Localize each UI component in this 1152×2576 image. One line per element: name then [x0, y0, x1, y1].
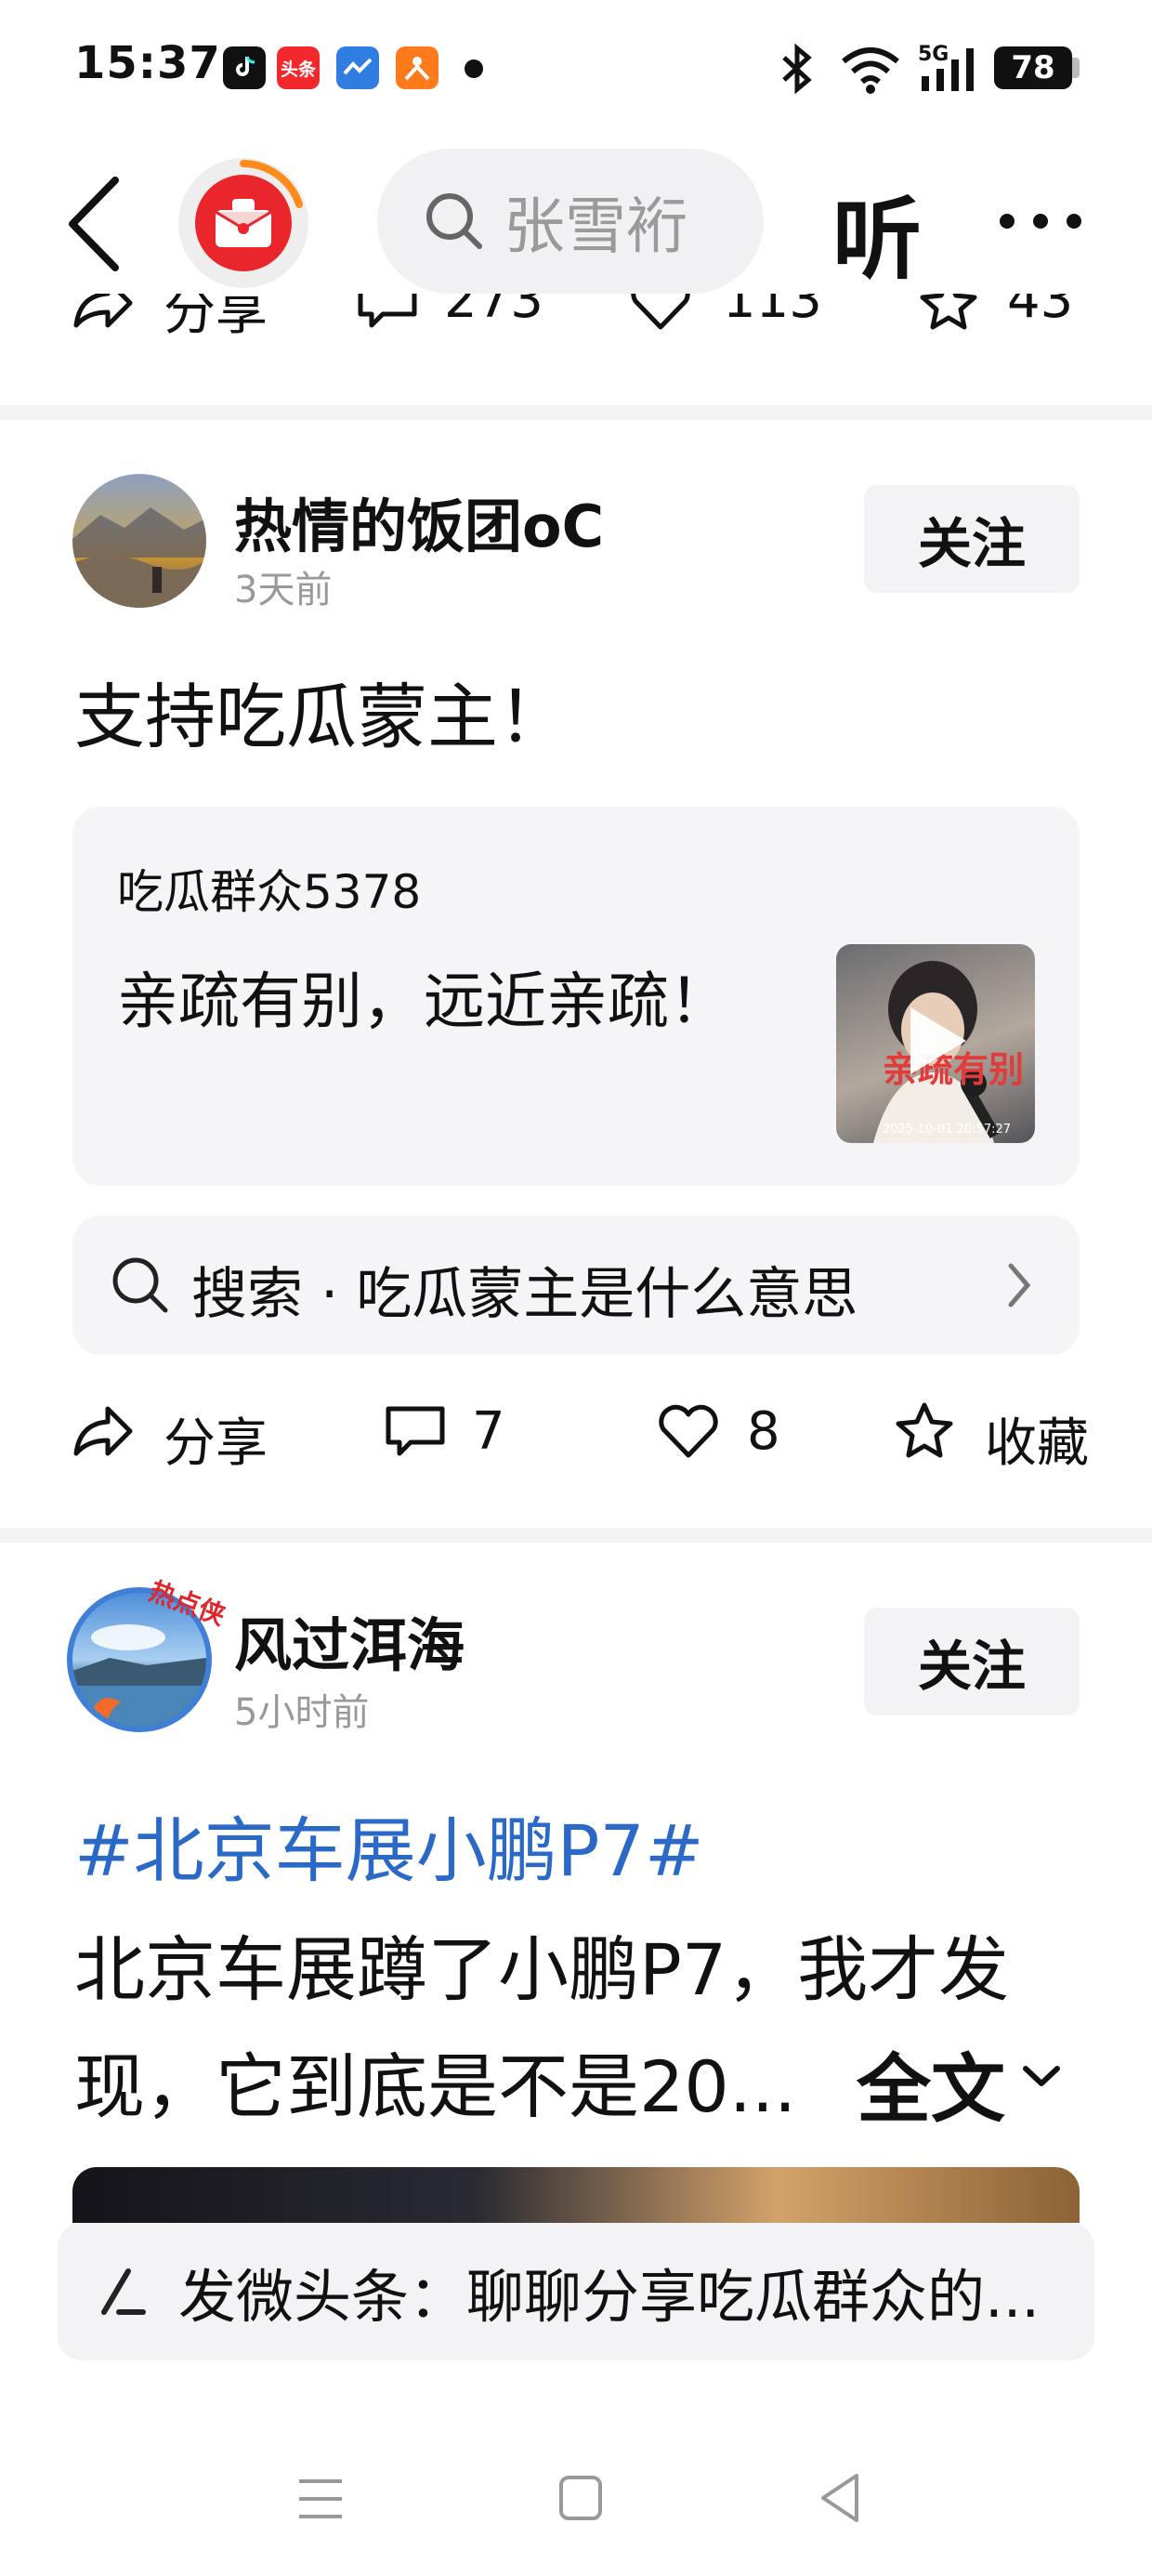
douyin-app-icon — [223, 46, 266, 89]
app-logo[interactable] — [178, 158, 308, 288]
thumbnail-timestamp: 2025-10-01 20:57:27 — [883, 1123, 1012, 1137]
wifi-icon — [840, 43, 901, 99]
battery-tip — [1072, 58, 1080, 78]
chevron-right-icon[interactable] — [1005, 1260, 1033, 1314]
search-placeholder: 张雪裄 — [504, 191, 687, 262]
post-divider — [0, 1528, 1152, 1543]
battery-level: 78 — [994, 46, 1072, 89]
author-name[interactable]: 热情的饭团oC — [234, 480, 604, 563]
share-label[interactable]: 分享 — [164, 1401, 268, 1477]
favorite-icon[interactable] — [916, 294, 981, 335]
signal-icon — [918, 46, 977, 97]
related-search-text[interactable]: 搜索 · 吃瓜蒙主是什么意思 — [191, 1249, 857, 1330]
post-divider — [0, 405, 1152, 420]
like-count[interactable]: 113 — [723, 294, 822, 330]
search-prefix: 搜索 — [191, 1262, 303, 1327]
share-icon[interactable] — [71, 294, 136, 335]
avatar[interactable] — [72, 474, 206, 608]
post-text-line-2[interactable]: 现，它到底是不是20... — [74, 2030, 796, 2132]
home-nav-icon[interactable] — [557, 2474, 604, 2526]
search-query: 吃瓜蒙主是什么意思 — [356, 1262, 858, 1327]
bluetooth-icon — [777, 43, 819, 99]
favorite-icon[interactable] — [892, 1401, 957, 1465]
pen-icon — [101, 2268, 146, 2315]
like-count[interactable]: 8 — [747, 1401, 780, 1462]
search-input[interactable]: 张雪裄 — [377, 149, 764, 294]
toutiao-app-icon: 头条 — [277, 46, 320, 89]
post-text[interactable]: 支持吃瓜蒙主！ — [74, 675, 569, 759]
share-label[interactable]: 分享 — [164, 294, 268, 340]
notification-dot — [465, 59, 483, 78]
favorite-label[interactable]: 收藏 — [985, 1401, 1089, 1477]
post-time: 5小时前 — [234, 1691, 370, 1734]
orange-app-icon — [396, 46, 439, 89]
comment-icon[interactable] — [355, 294, 420, 335]
listen-button[interactable]: 听 — [832, 167, 922, 296]
quoted-author[interactable]: 吃瓜群众5378 — [117, 855, 421, 922]
compose-bar[interactable]: 发微头条：聊聊分享吃瓜群众的... — [58, 2223, 1094, 2360]
follow-button[interactable]: 关注 — [864, 485, 1080, 593]
follow-button[interactable]: 关注 — [864, 1608, 1080, 1715]
favorite-count[interactable]: 43 — [1007, 294, 1073, 330]
author-name[interactable]: 风过洱海 — [234, 1598, 465, 1682]
compose-placeholder: 发微头条：聊聊分享吃瓜群众的... — [178, 2263, 1041, 2331]
previous-post-actions: 分享 273 113 43 — [0, 294, 1152, 340]
post-text-line-1[interactable]: 北京车展蹲了小鹏P7，我才发 — [74, 1912, 1009, 2015]
fulltext-label: 全文 — [857, 2046, 1005, 2133]
video-thumbnail[interactable]: 亲疏有别 2025-10-01 20:57:27 — [836, 944, 1035, 1143]
more-icon[interactable] — [998, 210, 1083, 236]
like-icon[interactable] — [628, 294, 693, 335]
menu-nav-icon[interactable] — [295, 2476, 346, 2526]
post-time: 3天前 — [234, 569, 333, 611]
chevron-down-icon[interactable] — [1020, 2061, 1063, 2093]
hashtag-link[interactable]: #北京车展小鹏P7# — [74, 1794, 704, 1896]
blue-app-icon — [336, 46, 379, 89]
search-icon — [110, 1255, 171, 1320]
comment-icon[interactable] — [383, 1403, 448, 1463]
back-nav-icon[interactable] — [816, 2470, 862, 2530]
quoted-text[interactable]: 亲疏有别，远近亲疏！ — [117, 952, 730, 1041]
comment-count[interactable]: 7 — [472, 1401, 505, 1462]
comment-count[interactable]: 273 — [444, 294, 543, 330]
expand-fulltext-button[interactable]: 全文 — [857, 2030, 1005, 2137]
play-icon[interactable] — [905, 1004, 970, 1078]
like-icon[interactable] — [656, 1403, 721, 1463]
back-icon[interactable] — [61, 173, 126, 279]
share-icon[interactable] — [71, 1403, 136, 1463]
search-icon — [426, 193, 482, 249]
search-separator: · — [321, 1262, 339, 1327]
status-time: 15:37 — [74, 37, 221, 89]
post-image[interactable] — [72, 2167, 1080, 2223]
